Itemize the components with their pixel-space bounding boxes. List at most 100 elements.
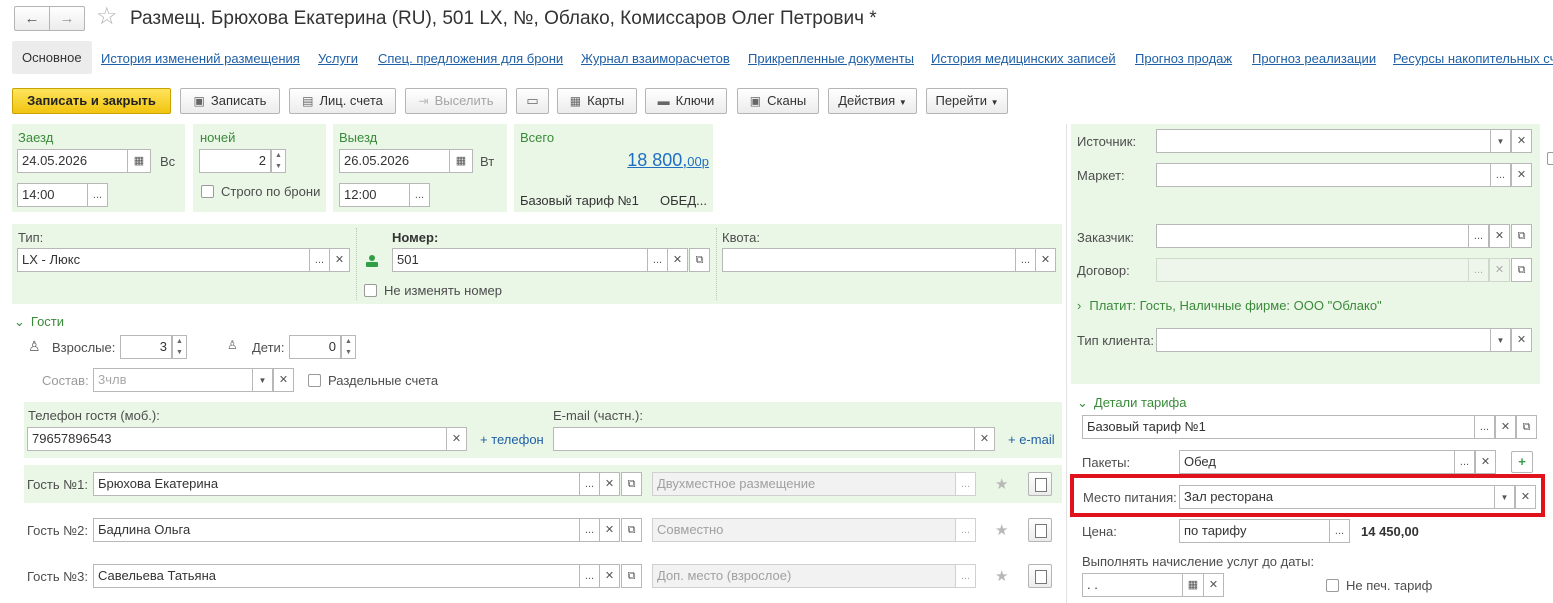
guest-placement-select-button[interactable]: ... [955,564,976,588]
phone-input[interactable]: 79657896543 [27,427,447,451]
separate-accounts-checkbox[interactable] [308,374,321,387]
checkin-time-input[interactable]: 14:00 [17,183,88,207]
source-dropdown-button[interactable]: ▼ [1490,129,1511,153]
meal-place-clear-button[interactable]: ✕ [1515,485,1536,509]
room-number-clear-button[interactable]: ✕ [667,248,688,272]
email-input[interactable] [553,427,975,451]
market-clear-button[interactable]: ✕ [1511,163,1532,187]
source-clear-button[interactable]: ✕ [1511,129,1532,153]
star-icon[interactable]: ★ [995,521,1008,539]
tariff-input[interactable]: Базовый тариф №1 [1082,415,1475,439]
room-type-select-button[interactable]: ... [309,248,330,272]
composition-input[interactable]: 3члв [93,368,253,392]
back-button[interactable]: ← [14,6,50,31]
guest-open-button[interactable]: ⧉ [621,518,642,542]
nights-spinner[interactable]: ▲ ▼ [271,149,286,173]
guest-placement-select-button[interactable]: ... [955,472,976,496]
checkout-date-input[interactable]: 26.05.2026 [339,149,450,173]
room-number-input[interactable]: 501 [392,248,648,272]
contract-input[interactable] [1156,258,1469,282]
customer-clear-button[interactable]: ✕ [1489,224,1510,248]
save-and-close-button[interactable]: Записать и закрыть [12,88,171,114]
quota-select-button[interactable]: ... [1015,248,1036,272]
checkin-date-input[interactable]: 24.05.2026 [17,149,128,173]
tab-accumulation-resources[interactable]: Ресурсы накопительных сч [1393,51,1553,66]
favorite-star-icon[interactable]: ☆ [96,2,118,31]
forward-button[interactable]: → [49,6,85,31]
packages-select-button[interactable]: ... [1454,450,1475,474]
tab-services[interactable]: Услуги [318,51,358,66]
wallet-button[interactable]: ▭ [516,88,549,114]
meal-place-dropdown-button[interactable]: ▼ [1494,485,1515,509]
adults-input[interactable]: 3 [120,335,172,359]
total-amount-link[interactable]: 18 800,00р [627,150,709,171]
guest-placement-input[interactable]: Совместно [652,518,956,542]
guest-clear-button[interactable]: ✕ [599,518,620,542]
add-phone-link[interactable]: + телефон [480,432,544,447]
edge-checkbox[interactable] [1547,152,1553,165]
client-type-dropdown-button[interactable]: ▼ [1490,328,1511,352]
composition-dropdown-button[interactable]: ▼ [252,368,273,392]
scans-button[interactable]: ▣ Сканы [737,88,819,114]
client-type-clear-button[interactable]: ✕ [1511,328,1532,352]
guest-select-button[interactable]: ... [579,564,600,588]
tariff-select-button[interactable]: ... [1474,415,1495,439]
keep-number-checkbox[interactable] [364,284,377,297]
cards-button[interactable]: ▦ Карты [557,88,637,114]
save-button[interactable]: ▣ Записать [180,88,280,114]
checkout-time-select-button[interactable]: ... [409,183,430,207]
calendar-button[interactable]: ▦ [127,149,151,173]
star-icon[interactable]: ★ [995,567,1008,585]
guest-placement-input[interactable]: Доп. место (взрослое) [652,564,956,588]
star-icon[interactable]: ★ [995,475,1008,493]
calendar-button[interactable]: ▦ [449,149,473,173]
guest-card-button[interactable] [1028,518,1052,542]
accounts-button[interactable]: ▤ Лиц. счета [289,88,396,114]
tab-main[interactable]: Основное [12,41,92,74]
customer-select-button[interactable]: ... [1468,224,1489,248]
checkin-time-select-button[interactable]: ... [87,183,108,207]
guest-placement-input[interactable]: Двухместное размещение [652,472,956,496]
meal-place-input[interactable]: Зал ресторана [1179,485,1495,509]
adults-spinner[interactable]: ▲ ▼ [172,335,187,359]
room-person-icon[interactable] [364,254,380,268]
room-type-input[interactable]: LX - Люкс [17,248,310,272]
quota-clear-button[interactable]: ✕ [1035,248,1056,272]
checkout-button[interactable]: ⇥ Выселить [405,88,507,114]
room-number-select-button[interactable]: ... [647,248,668,272]
source-input[interactable] [1156,129,1491,153]
quota-input[interactable] [722,248,1016,272]
calendar-button[interactable]: ▦ [1182,573,1204,597]
guest-placement-select-button[interactable]: ... [955,518,976,542]
add-email-link[interactable]: + e-mail [1008,432,1055,447]
tariff-clear-button[interactable]: ✕ [1495,415,1516,439]
room-type-clear-button[interactable]: ✕ [329,248,350,272]
composition-clear-button[interactable]: ✕ [273,368,294,392]
children-spinner[interactable]: ▲ ▼ [341,335,356,359]
payer-section-header[interactable]: › Платит: Гость, Наличные фирме: ООО "Обл… [1077,298,1382,313]
tab-settlements[interactable]: Журнал взаиморасчетов [581,51,730,66]
actions-menu-button[interactable]: Действия ▼ [828,88,917,114]
room-number-open-button[interactable]: ⧉ [689,248,710,272]
customer-open-button[interactable]: ⧉ [1511,224,1532,248]
market-input[interactable] [1156,163,1491,187]
contract-clear-button[interactable]: ✕ [1489,258,1510,282]
goto-menu-button[interactable]: Перейти ▼ [926,88,1008,114]
tab-sales-forecast[interactable]: Прогноз продаж [1135,51,1232,66]
contract-open-button[interactable]: ⧉ [1511,258,1532,282]
contract-select-button[interactable]: ... [1468,258,1489,282]
guest-name-input[interactable]: Брюхова Екатерина [93,472,580,496]
accrue-clear-button[interactable]: ✕ [1203,573,1224,597]
checkout-time-input[interactable]: 12:00 [339,183,410,207]
tab-attached-docs[interactable]: Прикрепленные документы [748,51,914,66]
price-mode-select-button[interactable]: ... [1329,519,1350,543]
guest-select-button[interactable]: ... [579,472,600,496]
guests-section-header[interactable]: ⌄ Гости [14,314,64,330]
tab-placement-history[interactable]: История изменений размещения [101,51,300,66]
guest-clear-button[interactable]: ✕ [599,564,620,588]
no-print-tariff-checkbox[interactable] [1326,579,1339,592]
guest-select-button[interactable]: ... [579,518,600,542]
client-type-input[interactable] [1156,328,1491,352]
packages-clear-button[interactable]: ✕ [1475,450,1496,474]
market-select-button[interactable]: ... [1490,163,1511,187]
